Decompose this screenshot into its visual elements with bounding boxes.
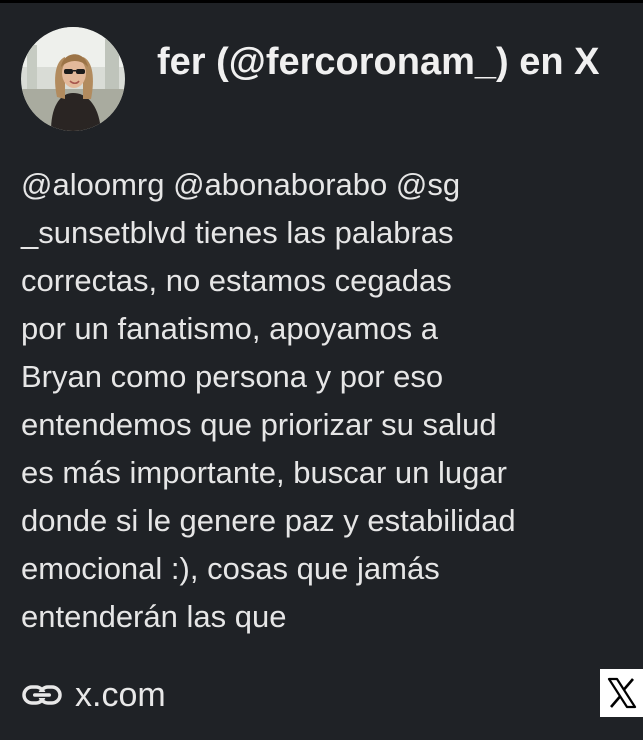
post-text-line: es más importante, buscar un lugar (21, 455, 507, 490)
post-text-line: correctas, no estamos cegadas (21, 263, 452, 298)
post-text-line: entenderán las que (21, 599, 287, 634)
post-title[interactable]: fer (@fercoronam_) en X (157, 39, 627, 86)
post-text-line: entendemos que priorizar su salud (21, 407, 497, 442)
x-logo-icon[interactable] (600, 669, 643, 717)
x-logo-glyph (607, 677, 636, 709)
link-preview-card[interactable]: fer (@fercoronam_) en X @aloomrg @abonab… (0, 0, 643, 740)
profile-photo-icon (21, 27, 125, 131)
post-text-line: @aloomrg @abonaborabo @sg (21, 167, 461, 202)
source-link[interactable]: x.com (21, 671, 166, 719)
link-icon (22, 685, 62, 705)
avatar (21, 27, 125, 131)
post-text-line: donde si le genere paz y estabilidad (21, 503, 516, 538)
post-text-line: por un fanatismo, apoyamos a (21, 311, 439, 346)
source-domain: x.com (75, 676, 166, 714)
post-text-line: Bryan como persona y por eso (21, 359, 444, 394)
post-text-line: _sunsetblvd tienes las palabras (21, 215, 454, 250)
post-text: @aloomrg @abonaborabo @sg _sunsetblvd ti… (21, 161, 631, 641)
post-text-line: emocional :), cosas que jamás (21, 551, 440, 586)
